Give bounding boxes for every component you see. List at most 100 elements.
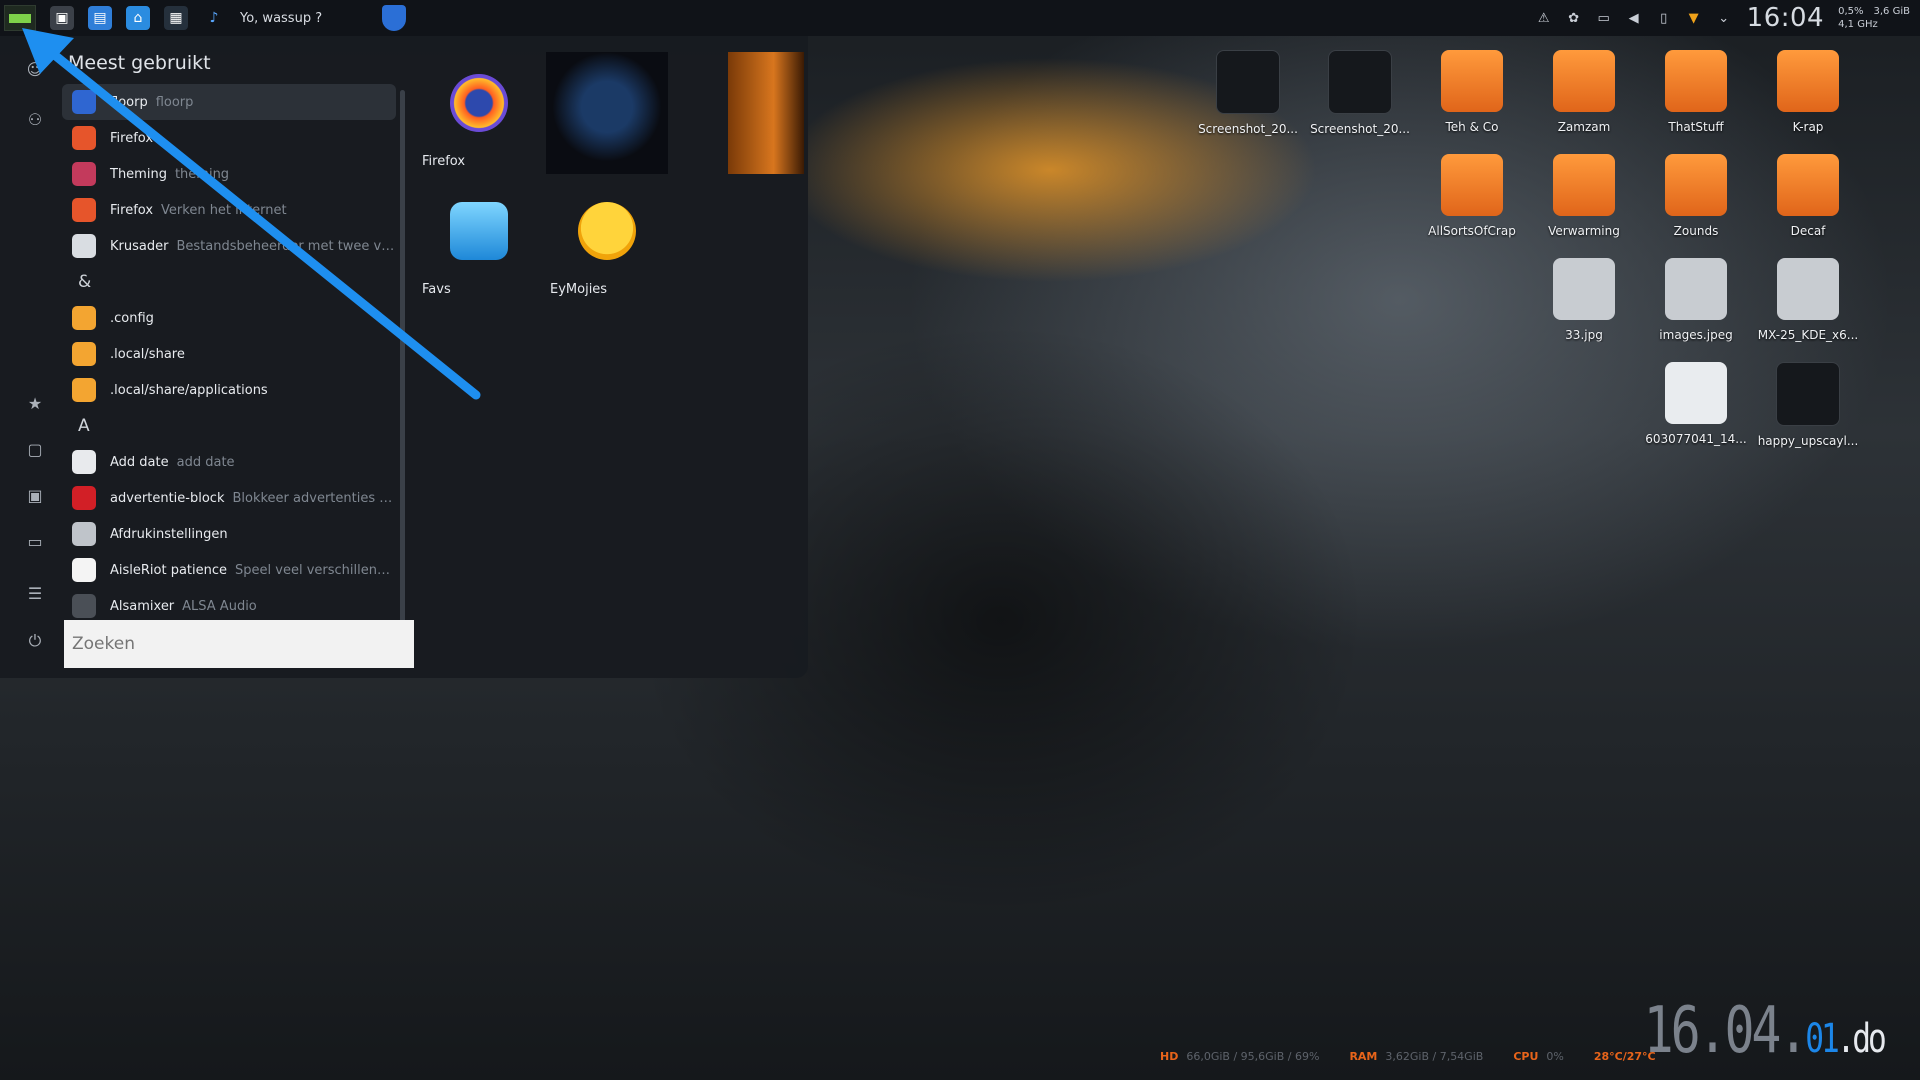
folder-icon [1553,154,1615,216]
app-name: .config [110,310,154,326]
desktop-item[interactable]: Verwarming [1528,154,1640,258]
hd-value: 66,0GiB / 95,6GiB / 69% [1186,1050,1320,1063]
favorite-label: Firefox [422,154,466,169]
app-list-item[interactable]: Alsamixer ALSA Audio [62,588,396,624]
desktop-item-label: Decaf [1790,224,1826,238]
no-entry-icon [72,486,96,510]
app-list-item[interactable]: Firefox [62,120,396,156]
music-icon[interactable]: ♪ [202,6,226,30]
desktop-item[interactable]: Screenshot_20... [1304,50,1416,154]
desktop-item[interactable]: Zamzam [1528,50,1640,154]
app-list-item[interactable]: Add date add date [62,444,396,480]
clipboard-icon[interactable]: ▭ [1595,9,1613,27]
desktop-item-label: images.jpeg [1659,328,1733,342]
desktop-item[interactable]: Zounds [1640,154,1752,258]
user-icon[interactable]: ☺ [24,58,46,80]
folder-icon [72,378,96,402]
desktop-clock: 16.04.01.do [1644,994,1887,1068]
desktop-item[interactable]: Teh & Co [1416,50,1528,154]
app-list-item[interactable]: Krusader Bestandsbeheerder met twee ven..… [62,228,396,264]
app-name: Firefox [110,202,154,218]
desktop-item[interactable]: 33.jpg [1528,258,1640,362]
documents-icon[interactable]: ▢ [24,438,46,460]
favorite-firefox[interactable]: Firefox [418,52,540,174]
folder-icon [1665,154,1727,216]
panel-message: Yo, wassup ? [240,10,323,26]
app-name: Alsamixer [110,598,175,614]
desktop-item[interactable]: ThatStuff [1640,50,1752,154]
settings-toggle-icon[interactable]: ☰ [24,582,46,604]
document-icon [72,450,96,474]
desktop-item[interactable]: AllSortsOfCrap [1416,154,1528,258]
app-list-item[interactable]: Firefox Verken het internet [62,192,396,228]
theming-icon [72,162,96,186]
app-launcher-button[interactable] [4,5,36,31]
desktop-item-label: Verwarming [1548,224,1620,238]
power-icon[interactable]: ⏻ [24,630,46,652]
hd-label: HD [1160,1050,1179,1063]
desktop-item[interactable]: 603077041_14... [1640,362,1752,466]
app-description: theming [174,166,230,182]
folder-icon [72,306,96,330]
desktop-item[interactable]: MX-25_KDE_x6... [1752,258,1864,362]
cpu-value: 0% [1546,1050,1564,1063]
app-list-item[interactable]: .config [62,300,396,336]
ram-value: 3,62GiB / 7,54GiB [1385,1050,1484,1063]
app-list-item[interactable]: .local/share/applications [62,372,396,408]
app-list-item[interactable]: Theming theming [62,156,396,192]
app-list-item[interactable]: .local/share [62,336,396,372]
app-list-item[interactable]: floorp floorp [62,84,396,120]
clock-day: .do [1837,1016,1887,1062]
desktop-item[interactable]: Decaf [1752,154,1864,258]
app-description: Blokkeer advertenties mi... [232,490,396,506]
search-input[interactable] [64,620,414,668]
desktop-item-label: MX-25_KDE_x6... [1757,328,1859,342]
favorites-icon[interactable]: ★ [24,392,46,414]
cpu-percent: 0,5% [1838,6,1864,17]
app-list-item[interactable]: AisleRiot patience Speel veel verschillen… [62,552,396,588]
volume-icon[interactable]: ◀ [1625,9,1643,27]
favorite-eymojies[interactable]: EyMojies [546,180,668,302]
window-list-icon[interactable]: ▦ [164,6,188,30]
desktop-item[interactable]: images.jpeg [1640,258,1752,362]
desktop-item[interactable]: K-rap [1752,50,1864,154]
favorite-favs[interactable]: Favs [418,180,540,302]
folder-icon[interactable]: ▭ [24,530,46,552]
buddha-thumbnail[interactable] [728,52,804,174]
notification-icon[interactable]: ⚠ [1535,9,1553,27]
desktop-item-label: ThatStuff [1668,120,1724,134]
ram-label: RAM [1349,1050,1378,1063]
desktop-item-label: Screenshot_20... [1310,122,1410,136]
app-description: Verken het internet [161,202,287,218]
chevron-down-icon[interactable]: ⌄ [1715,9,1733,27]
portrait-thumbnail[interactable] [546,52,668,174]
settings-icon[interactable]: ✿ [1565,9,1583,27]
pictures-icon[interactable]: ▣ [24,484,46,506]
battery-icon[interactable]: ▯ [1655,9,1673,27]
folder-home-icon[interactable]: ⌂ [126,6,150,30]
image-thumb [1776,362,1840,426]
app-description: ALSA Audio [182,598,257,614]
desktop-item[interactable]: Screenshot_20... [1192,50,1304,154]
desktop-item[interactable]: happy_upscayl... [1752,362,1864,466]
file-manager-icon[interactable]: ▤ [88,6,112,30]
app-list-item[interactable]: advertentie-block Blokkeer advertenties m… [62,480,396,516]
desktop-item-label: AllSortsOfCrap [1428,224,1516,238]
folder-icon [1553,50,1615,112]
app-list-item[interactable]: Afdrukinstellingen [62,516,396,552]
app-name: Add date [110,454,169,470]
brave-browser-icon[interactable] [382,5,407,31]
folder-icon [1665,50,1727,112]
terminal-icon[interactable]: ▣ [50,6,74,30]
scrollbar[interactable] [400,90,405,650]
clock[interactable]: 16:04 [1747,3,1824,33]
desktop-item-label: Zounds [1673,224,1719,238]
network-icon[interactable]: ▼ [1685,9,1703,27]
list-header: Meest gebruikt [68,52,211,74]
favorite-label: Favs [422,282,451,297]
desktop-item-label: Screenshot_20... [1198,122,1298,136]
clock-main: 16.04. [1644,994,1809,1068]
app-description: Speel veel verschillende s... [235,562,396,578]
app-description: Bestandsbeheerder met twee ven... [176,238,396,254]
profile-icon[interactable]: ⚇ [24,108,46,130]
